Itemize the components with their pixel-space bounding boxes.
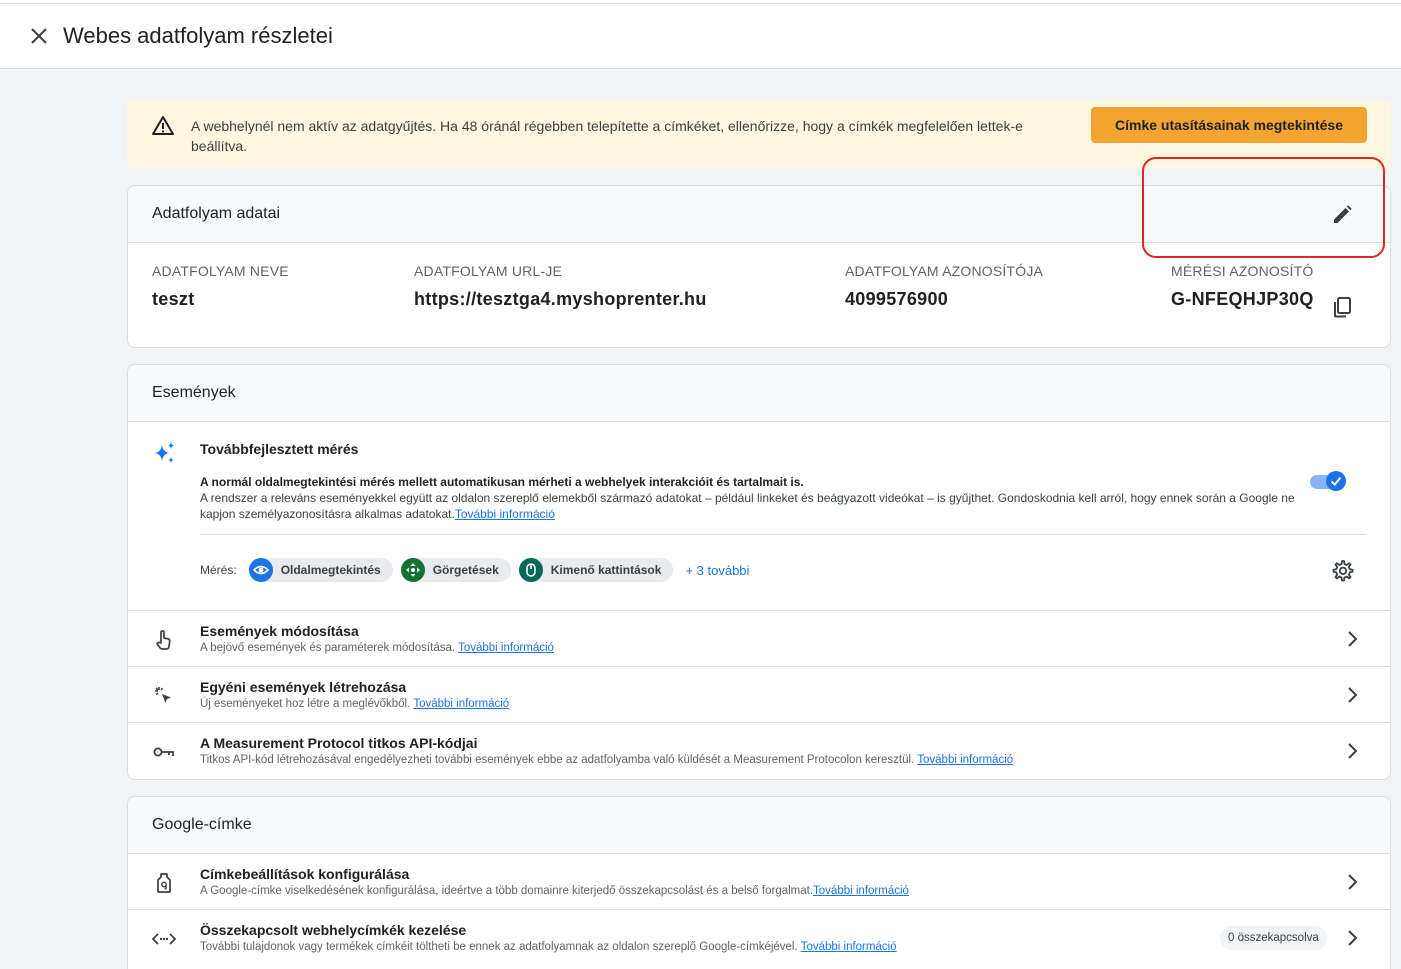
stream-id-field: ADATFOLYAM AZONOSÍTÓJA 4099576900 — [845, 263, 1043, 310]
measurement-id-field: MÉRÉSI AZONOSÍTÓ G-NFEQHJP30Q — [1171, 263, 1314, 310]
measurement-id-label: MÉRÉSI AZONOSÍTÓ — [1171, 263, 1314, 279]
google-tag-card: Google-címke Címkebeállítások konfigurál… — [127, 796, 1391, 969]
row-title: Események módosítása — [200, 623, 359, 639]
learn-more-link[interactable]: További információ — [917, 754, 1013, 766]
checkmark-icon — [1330, 476, 1342, 486]
enhanced-description-text: A rendszer a releváns eseményekkel együt… — [200, 491, 1295, 521]
row-description-text: A Google-címke viselkedésének konfigurál… — [200, 885, 814, 897]
measurement-protocol-secrets-row[interactable]: A Measurement Protocol titkos API-kódjai… — [128, 723, 1390, 779]
chevron-right-icon — [1348, 874, 1358, 890]
view-tag-instructions-button[interactable]: Címke utasításainak megtekintése — [1091, 107, 1367, 143]
stream-url-field: ADATFOLYAM URL-JE https://tesztga4.mysho… — [414, 263, 707, 310]
learn-more-link[interactable]: További információ — [813, 885, 909, 897]
chevron-right-icon — [1348, 743, 1358, 759]
chip-label: Kimenő kattintások — [550, 563, 662, 577]
stream-id-label: ADATFOLYAM AZONOSÍTÓJA — [845, 263, 1044, 279]
connected-count-badge: 0 összekapcsolva — [1220, 926, 1327, 950]
enhanced-measurement-title: Továbbfejlesztett mérés — [200, 441, 359, 457]
code-icon — [152, 927, 176, 951]
page-header: Webes adatfolyam részletei — [0, 4, 1401, 69]
row-description: Új eseményeket hoz létre a meglévőkből. … — [200, 698, 509, 710]
events-card: Események Továbbfejlesztett mérés A norm… — [127, 364, 1391, 780]
chip-label: Oldalmegtekintés — [280, 563, 381, 577]
stream-name-field: ADATFOLYAM NEVE teszt — [152, 263, 289, 310]
key-icon — [152, 740, 176, 764]
row-title: Összekapcsolt webhelycímkék kezelése — [200, 922, 467, 938]
chip-label: Görgetések — [432, 563, 499, 577]
google-tag-header: Google-címke — [128, 797, 1390, 854]
row-title: Egyéni események létrehozása — [200, 679, 407, 695]
more-events-link[interactable]: + 3 további — [685, 563, 749, 578]
copy-icon[interactable] — [1330, 295, 1354, 319]
close-icon — [31, 28, 47, 44]
chip-page-views[interactable]: Oldalmegtekintés — [248, 558, 393, 582]
learn-more-link[interactable]: További információ — [458, 642, 554, 654]
chip-outbound-clicks[interactable]: Kimenő kattintások — [518, 558, 674, 582]
row-description-text: A bejövő események és paraméterek módosí… — [200, 642, 456, 654]
row-description: A bejövő események és paraméterek módosí… — [200, 642, 554, 654]
enhanced-description-bold: A normál oldalmegtekintési mérés mellett… — [200, 475, 804, 489]
stream-url-label: ADATFOLYAM URL-JE — [414, 263, 563, 279]
measurement-id-highlight — [1142, 157, 1385, 258]
page-title: Webes adatfolyam részletei — [63, 23, 333, 48]
configure-tag-settings-row[interactable]: Címkebeállítások konfigurálása A Google-… — [128, 854, 1390, 910]
toggle-knob — [1326, 471, 1346, 491]
stream-name-label: ADATFOLYAM NEVE — [152, 263, 289, 279]
measurement-id-value[interactable]: G-NFEQHJP30Q — [1171, 289, 1314, 310]
warning-icon — [152, 116, 174, 135]
row-description: A Google-címke viselkedésének konfigurál… — [200, 885, 909, 897]
gear-icon[interactable] — [1330, 559, 1354, 583]
stream-details-body: ADATFOLYAM NEVE teszt ADATFOLYAM URL-JE … — [128, 243, 1390, 347]
stream-details-title: Adatfolyam adatai — [152, 205, 281, 222]
manage-connected-site-tags-row[interactable]: Összekapcsolt webhelycímkék kezelése Tov… — [128, 910, 1390, 966]
learn-more-link[interactable]: További információ — [801, 941, 897, 953]
eye-icon — [248, 558, 273, 582]
events-header: Események — [128, 365, 1390, 422]
close-button[interactable] — [19, 16, 59, 56]
tag-icon — [152, 871, 176, 895]
learn-more-link[interactable]: További információ — [455, 507, 555, 521]
enhanced-measurement-toggle[interactable] — [1310, 469, 1350, 493]
scroll-icon — [400, 558, 425, 582]
row-description-text: További tulajdonok vagy termékek címkéit… — [200, 941, 798, 953]
chevron-right-icon — [1348, 631, 1358, 647]
row-description: További tulajdonok vagy termékek címkéit… — [200, 941, 897, 953]
row-title: Címkebeállítások konfigurálása — [200, 866, 410, 882]
row-title: A Measurement Protocol titkos API-kódjai — [200, 735, 478, 751]
stream-name-value: teszt — [152, 289, 195, 309]
row-description-text: Titkos API-kód létrehozásával engedélyez… — [200, 754, 915, 766]
stream-url-value: https://tesztga4.myshoprenter.hu — [414, 289, 707, 309]
google-tag-title: Google-címke — [152, 816, 252, 833]
modify-events-row[interactable]: Események módosítása A bejövő események … — [128, 611, 1390, 667]
create-custom-events-row[interactable]: Egyéni események létrehozása Új eseménye… — [128, 667, 1390, 723]
learn-more-link[interactable]: További információ — [413, 698, 509, 710]
touch-icon — [152, 628, 176, 652]
stream-id-value: 4099576900 — [845, 289, 949, 309]
measurement-label: Mérés: — [200, 563, 237, 577]
events-title: Események — [152, 384, 236, 401]
row-description-text: Új eseményeket hoz létre a meglévőkből. — [200, 698, 411, 710]
click-cursor-icon — [152, 684, 176, 708]
chevron-right-icon — [1348, 687, 1358, 703]
chip-scrolls[interactable]: Görgetések — [400, 558, 511, 582]
enhanced-measurement-description: A normál oldalmegtekintési mérés mellett… — [200, 474, 1295, 522]
alert-text: A webhelynél nem aktív az adatgyűjtés. H… — [191, 118, 1023, 154]
chevron-right-icon — [1348, 930, 1358, 946]
measurement-chips: Mérés: Oldalmegtekintés Görgetések Kimen… — [200, 558, 749, 582]
row-description: Titkos API-kód létrehozásával engedélyez… — [200, 754, 1013, 766]
divider — [200, 534, 1366, 535]
sparkle-icon — [155, 442, 174, 463]
enhanced-measurement-section: Továbbfejlesztett mérés A normál oldalme… — [128, 422, 1390, 611]
mouse-icon — [518, 558, 543, 582]
